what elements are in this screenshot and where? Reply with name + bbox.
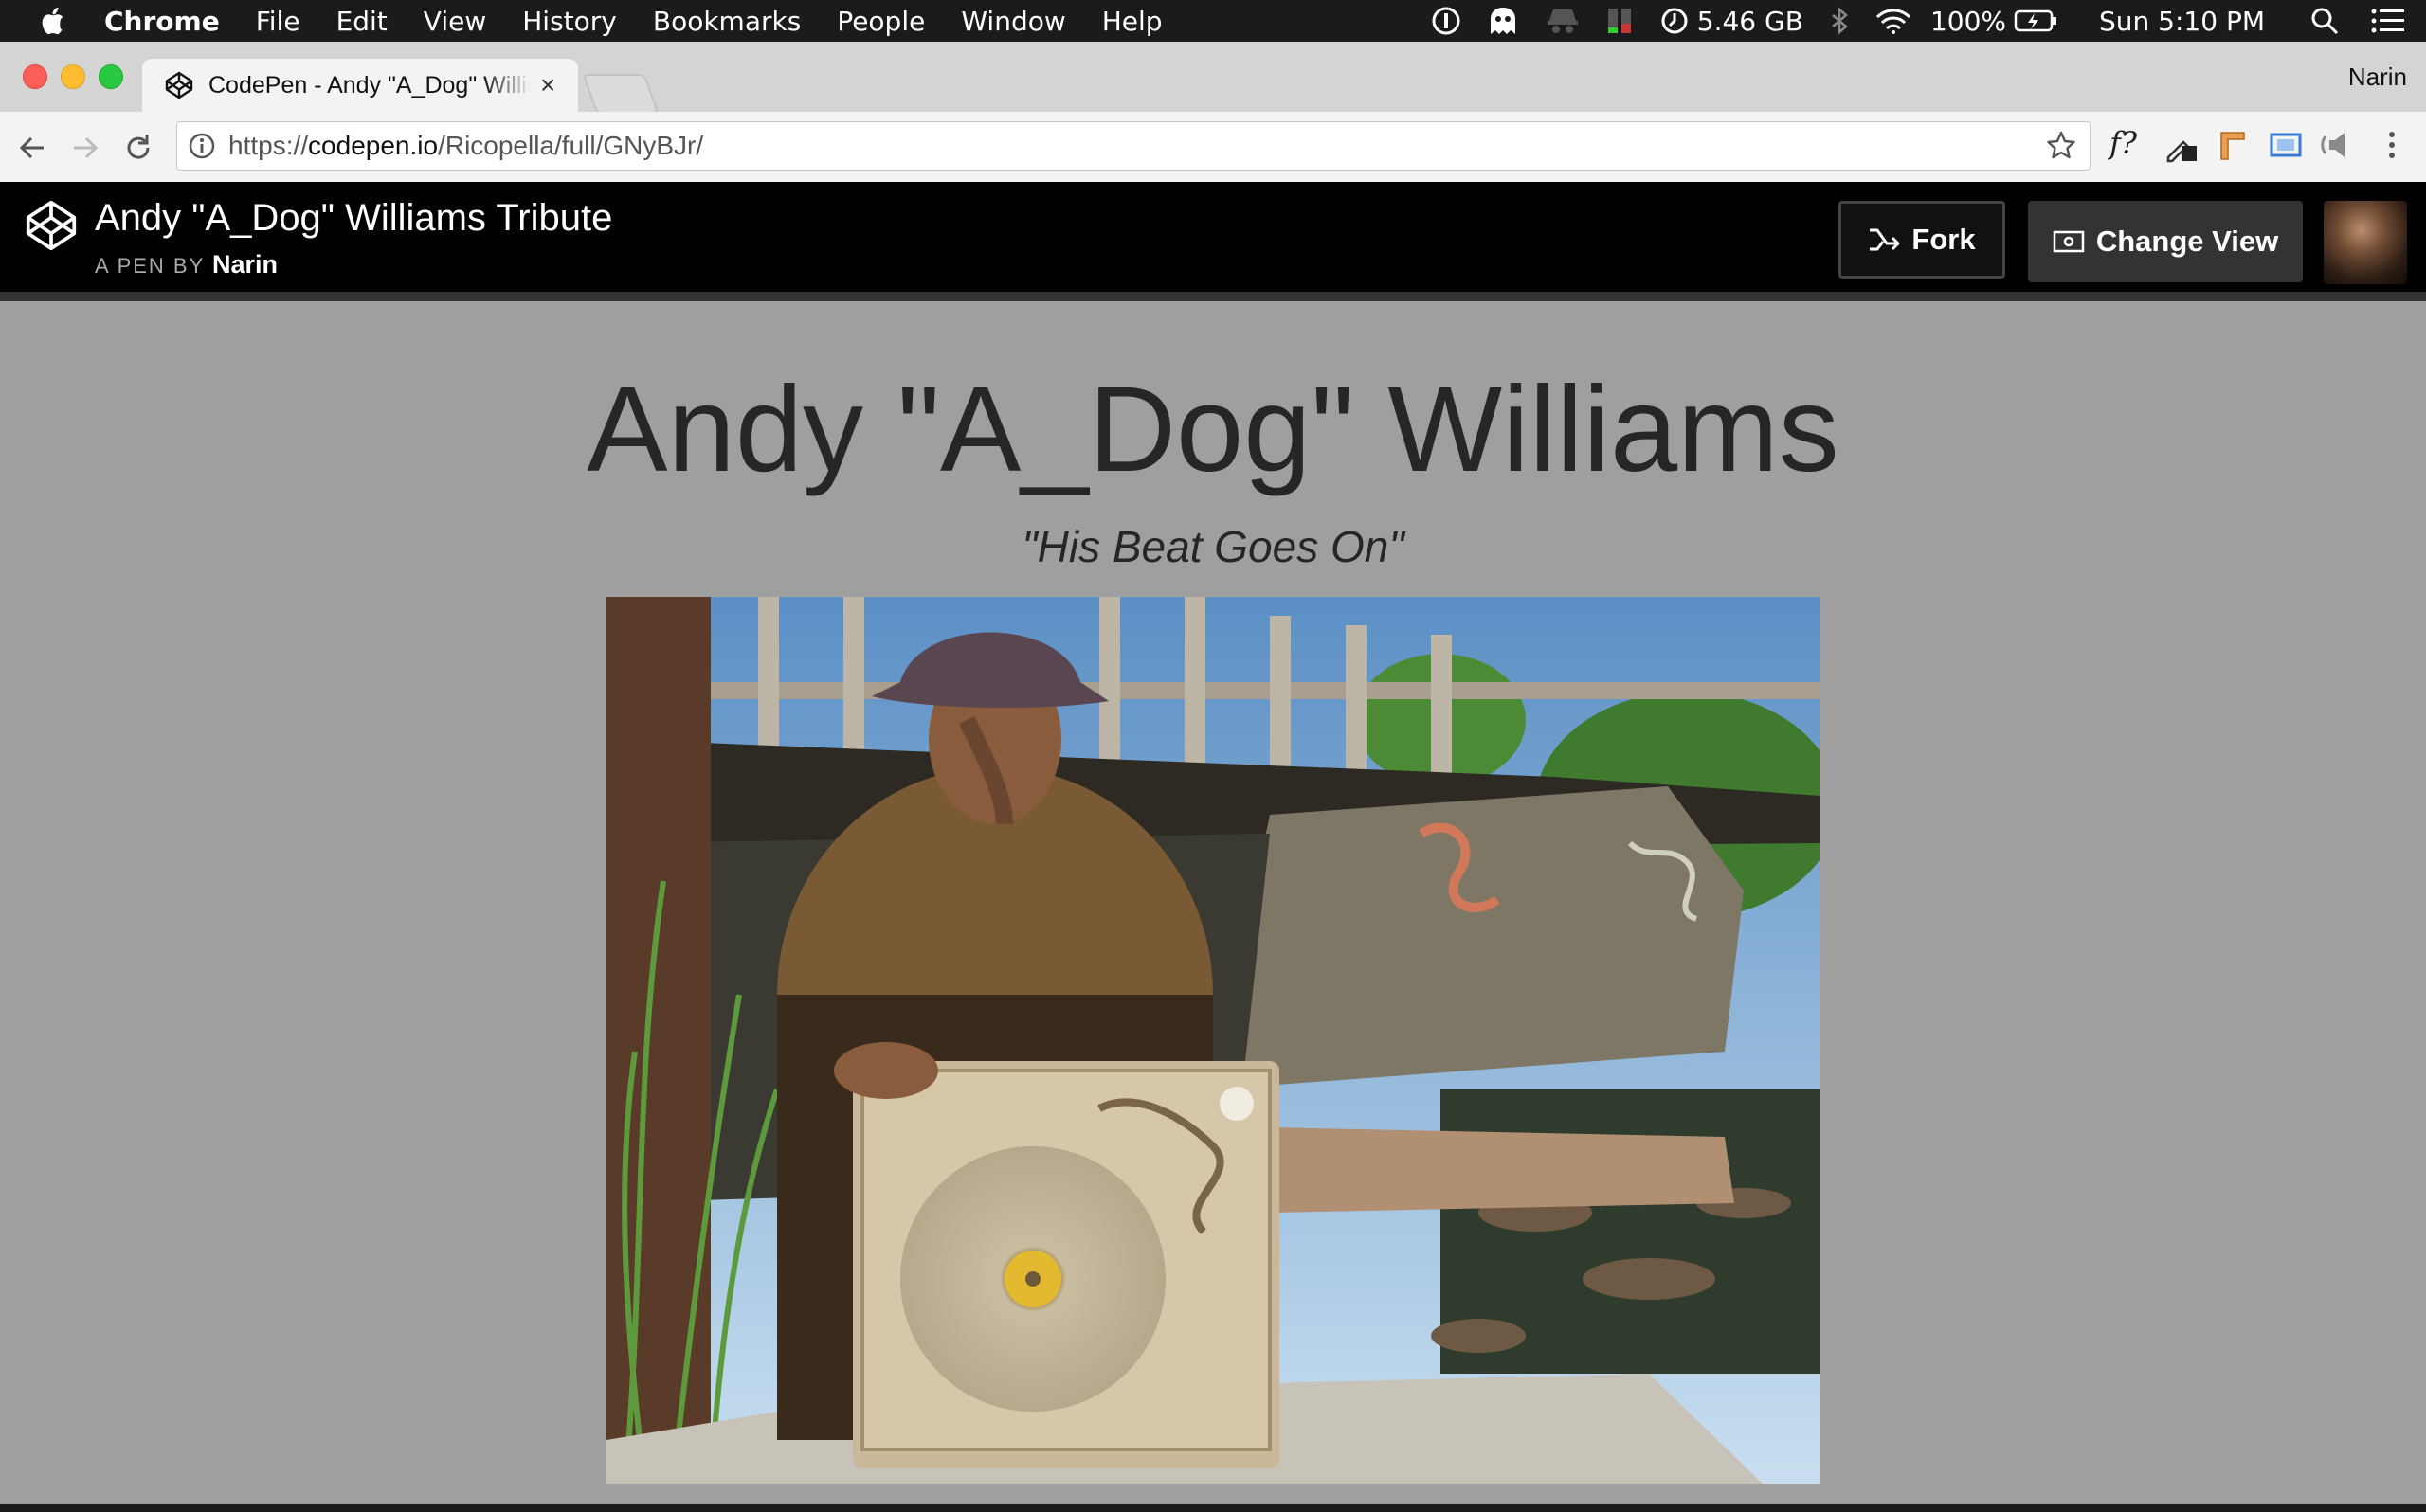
url-path: /Ricopella/full/GNyBJr/: [438, 131, 704, 160]
window-close-button[interactable]: [23, 64, 47, 89]
browser-tab-strip: CodePen - Andy "A_Dog" Williams Tribute …: [0, 42, 2426, 114]
site-info-icon[interactable]: [189, 133, 215, 159]
profile-name[interactable]: Narin: [2348, 63, 2407, 92]
chrome-menu-icon[interactable]: [2382, 129, 2401, 161]
menu-app-name[interactable]: Chrome: [104, 6, 220, 37]
reload-icon[interactable]: [121, 131, 155, 165]
menu-window[interactable]: Window: [961, 6, 1065, 37]
byline-prefix: A PEN BY: [95, 254, 205, 278]
fork-label: Fork: [1911, 223, 1976, 256]
menu-bar-status-area: 5.46 GB 100% Sun 5:10 PM: [1405, 0, 2426, 42]
codepen-logo-icon[interactable]: [25, 199, 78, 252]
forward-arrow-icon[interactable]: [68, 131, 102, 165]
pen-title: Andy "A_Dog" Williams Tribute: [95, 197, 613, 239]
tribute-photo: [606, 597, 1820, 1484]
header-divider: [0, 292, 2426, 301]
extension-font-query-icon[interactable]: f?: [2109, 125, 2137, 161]
extension-ruler-icon[interactable]: [2218, 129, 2248, 161]
change-view-button[interactable]: Change View: [2028, 201, 2303, 282]
page-heading: Andy "A_Dog" Williams: [587, 362, 1839, 497]
codepen-header: Andy "A_Dog" Williams Tribute A PEN BY N…: [0, 182, 2426, 301]
tab-codepen[interactable]: CodePen - Andy "A_Dog" Williams Tribute …: [142, 59, 578, 112]
tab-close-icon[interactable]: ×: [540, 70, 555, 100]
apple-logo-icon[interactable]: [38, 6, 66, 36]
address-bar[interactable]: https://codepen.io/Ricopella/full/GNyBJr…: [176, 121, 2091, 171]
extension-audio-icon[interactable]: [2320, 129, 2358, 161]
back-arrow-icon[interactable]: [15, 131, 49, 165]
memory-usage[interactable]: 5.46 GB: [1697, 6, 1803, 37]
menu-view[interactable]: View: [424, 6, 486, 37]
spotlight-search-icon[interactable]: [2310, 7, 2339, 35]
memory-clock-icon: [1661, 8, 1688, 34]
codepen-favicon-icon: [165, 71, 193, 99]
new-tab-button[interactable]: [582, 74, 660, 114]
password-manager-icon[interactable]: [1432, 7, 1460, 35]
menu-people[interactable]: People: [837, 6, 925, 37]
menu-help[interactable]: Help: [1102, 6, 1163, 37]
menu-history[interactable]: History: [522, 6, 617, 37]
activity-monitor-icon[interactable]: [1606, 7, 1635, 35]
tab-title: CodePen - Andy "A_Dog" Williams Tribute: [208, 71, 531, 99]
page-tagline: "His Beat Goes On": [1022, 522, 1404, 571]
notification-center-icon[interactable]: [2371, 9, 2405, 33]
browser-toolbar: https://codepen.io/Ricopella/full/GNyBJr…: [0, 112, 2426, 184]
change-view-label: Change View: [2095, 225, 2279, 258]
menu-bookmarks[interactable]: Bookmarks: [653, 6, 801, 37]
wifi-icon[interactable]: [1875, 8, 1911, 34]
user-avatar[interactable]: [2324, 201, 2407, 284]
bookmark-star-icon[interactable]: [2046, 130, 2076, 160]
menu-edit[interactable]: Edit: [336, 6, 388, 37]
extension-screenshot-icon[interactable]: [2269, 129, 2303, 161]
url-scheme: https://: [228, 131, 309, 160]
ghost-icon[interactable]: [1487, 6, 1519, 36]
menu-file[interactable]: File: [256, 6, 300, 37]
bluetooth-icon[interactable]: [1830, 7, 1849, 35]
url-host: codepen.io: [308, 131, 439, 160]
battery-percent: 100%: [1929, 5, 2006, 37]
window-bottom-edge: [0, 1504, 2426, 1512]
macos-menu-bar: Chrome File Edit View History Bookmarks …: [0, 0, 2426, 42]
incognito-icon[interactable]: [1546, 8, 1580, 34]
pen-byline: A PEN BY Narin: [95, 250, 278, 279]
menu-clock[interactable]: Sun 5:10 PM: [2099, 6, 2265, 37]
pen-author-link[interactable]: Narin: [212, 250, 278, 279]
battery-charging-icon[interactable]: [2014, 9, 2057, 33]
extension-eyedropper-icon[interactable]: [2164, 129, 2199, 163]
fork-icon: [1870, 228, 1900, 251]
window-zoom-button[interactable]: [99, 64, 123, 89]
fork-button[interactable]: Fork: [1838, 201, 2005, 279]
window-minimize-button[interactable]: [61, 64, 85, 89]
change-view-icon: [2053, 230, 2085, 253]
